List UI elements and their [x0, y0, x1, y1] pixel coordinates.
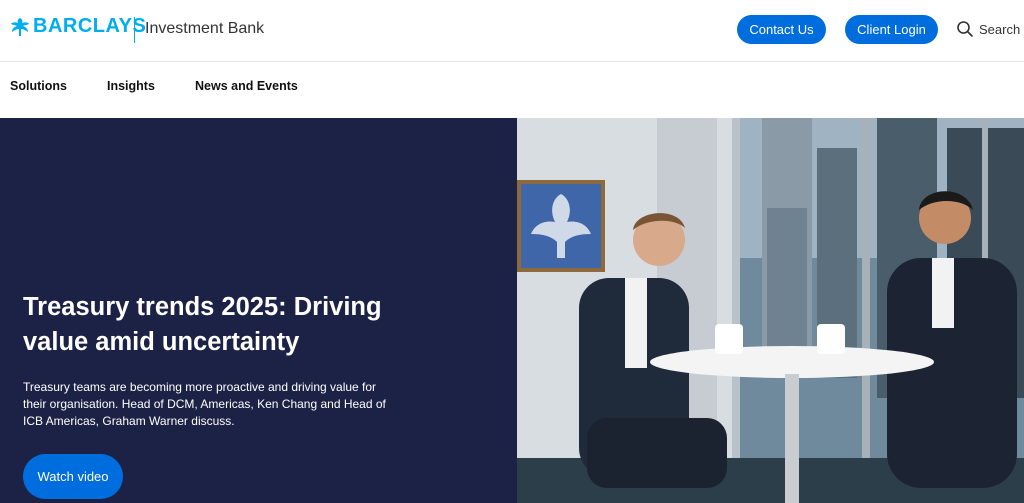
nav-item-news-and-events[interactable]: News and Events	[195, 79, 298, 93]
hero-text-panel: Treasury trends 2025: Driving value amid…	[0, 118, 517, 503]
contact-us-button[interactable]: Contact Us	[737, 15, 826, 44]
hero-title: Treasury trends 2025: Driving value amid…	[23, 293, 382, 356]
hero-banner: Treasury trends 2025: Driving value amid…	[0, 118, 1024, 503]
hero-description: Treasury teams are becoming more proacti…	[23, 380, 386, 428]
brand-name: BARCLAYS	[33, 15, 147, 37]
eagle-logo-icon	[11, 17, 29, 36]
site-header: BARCLAYS Investment Bank Contact Us Clie…	[0, 0, 1024, 62]
hero-image	[517, 118, 1024, 503]
search-icon	[957, 21, 973, 37]
barclays-logo[interactable]: BARCLAYS	[10, 15, 146, 38]
search-button[interactable]: Search	[956, 20, 1020, 38]
watch-video-button[interactable]: Watch video	[23, 454, 123, 499]
client-login-button[interactable]: Client Login	[845, 15, 938, 44]
business-unit-label: Investment Bank	[145, 20, 265, 37]
nav-item-insights[interactable]: Insights	[107, 79, 155, 93]
search-label: Search	[979, 21, 1021, 37]
main-nav: Solutions Insights News and Events	[0, 63, 1024, 118]
logo-divider	[134, 17, 135, 43]
nav-item-solutions[interactable]: Solutions	[10, 79, 67, 93]
